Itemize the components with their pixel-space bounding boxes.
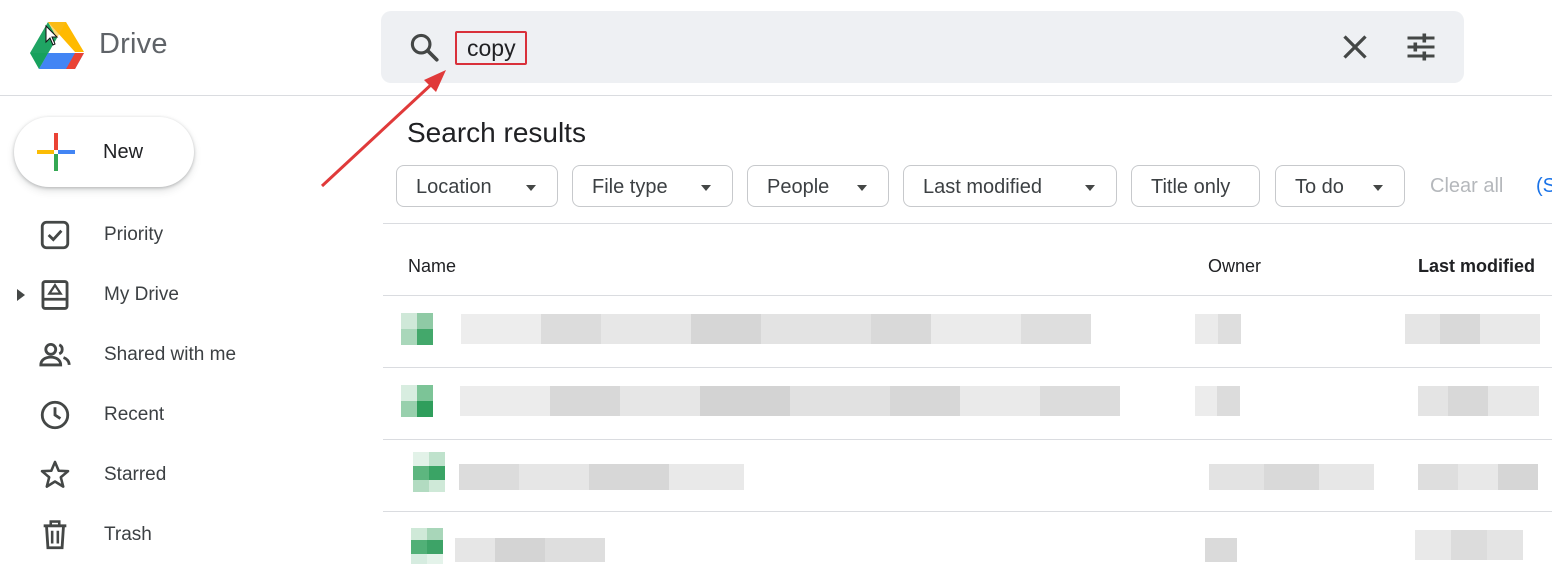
app-title[interactable]: Drive [99, 28, 168, 61]
clock-icon [40, 400, 70, 430]
my-drive-icon [41, 280, 69, 310]
filter-chip-label: File type [592, 176, 668, 198]
truncated-link[interactable]: (S [1536, 175, 1552, 198]
sidebar-item-starred[interactable]: Starred [0, 445, 330, 505]
sidebar-item-shared-with-me[interactable]: Shared with me [0, 325, 330, 385]
expand-caret-icon[interactable] [14, 287, 28, 303]
filter-title-only-chip[interactable]: Title only [1131, 165, 1260, 207]
redacted-file-name [461, 314, 1091, 344]
header-divider [0, 95, 1552, 96]
redacted-modified-date [1405, 314, 1540, 344]
column-header-owner[interactable]: Owner [1208, 256, 1261, 277]
filter-last-modified-chip[interactable]: Last modified [903, 165, 1117, 207]
table-row[interactable] [383, 440, 1552, 512]
table-row[interactable] [383, 296, 1552, 368]
filter-chip-label: People [767, 176, 830, 198]
filter-location-chip[interactable]: Location [396, 165, 558, 207]
redacted-owner [1195, 314, 1241, 344]
star-icon [40, 460, 70, 488]
sidebar-item-label: Trash [104, 524, 152, 545]
chevron-down-icon [1373, 185, 1383, 191]
sidebar-item-label: Starred [104, 464, 167, 485]
search-options-icon[interactable] [1403, 29, 1439, 65]
redacted-modified-date [1418, 464, 1538, 490]
spreadsheet-icon [411, 528, 443, 564]
sidebar-item-label: Shared with me [104, 344, 237, 365]
spreadsheet-icon [413, 452, 445, 492]
column-header-name[interactable]: Name [408, 256, 456, 277]
new-button[interactable]: New [14, 117, 194, 187]
chevron-down-icon [857, 185, 867, 191]
clear-all-button[interactable]: Clear all [1430, 175, 1503, 198]
filter-chip-label: To do [1295, 176, 1344, 198]
sidebar-item-priority[interactable]: Priority [0, 205, 330, 265]
redacted-owner [1195, 386, 1240, 416]
filter-chip-label: Location [416, 176, 492, 198]
sidebar-item-label: Recent [104, 404, 165, 425]
filter-chip-label: Title only [1151, 176, 1231, 198]
priority-icon [40, 220, 70, 250]
sidebar-item-recent[interactable]: Recent [0, 385, 330, 445]
table-row[interactable] [383, 512, 1552, 584]
filter-to-do-chip[interactable]: To do [1275, 165, 1405, 207]
new-button-label: New [103, 141, 144, 163]
column-header-last-modified[interactable]: Last modified [1418, 256, 1535, 277]
plus-icon [37, 133, 75, 171]
shared-icon [39, 342, 71, 367]
sidebar-item-my-drive[interactable]: My Drive [0, 265, 330, 325]
search-box[interactable] [381, 11, 1464, 83]
redacted-file-name [459, 464, 744, 490]
drive-logo-icon[interactable] [30, 22, 84, 72]
filter-chip-label: Last modified [923, 176, 1042, 198]
redacted-modified-date [1415, 530, 1523, 560]
sidebar-item-trash[interactable]: Trash [0, 505, 330, 565]
sidebar-item-label: Priority [104, 224, 164, 245]
close-icon[interactable] [1337, 29, 1373, 65]
redacted-owner [1205, 538, 1237, 562]
spreadsheet-icon [401, 313, 433, 345]
redacted-modified-date [1418, 386, 1539, 416]
spreadsheet-icon [401, 385, 433, 417]
page-title: Search results [407, 117, 586, 148]
redacted-file-name [460, 386, 1120, 416]
table-row[interactable] [383, 368, 1552, 440]
filter-people-chip[interactable]: People [747, 165, 889, 207]
chevron-down-icon [701, 185, 711, 191]
redacted-owner [1209, 464, 1374, 490]
filter-file-type-chip[interactable]: File type [572, 165, 733, 207]
redacted-file-name [455, 538, 605, 562]
trash-icon [43, 520, 67, 550]
filters-divider [383, 223, 1552, 224]
chevron-down-icon [1085, 185, 1095, 191]
chevron-down-icon [526, 185, 536, 191]
sidebar-item-label: My Drive [104, 284, 179, 305]
